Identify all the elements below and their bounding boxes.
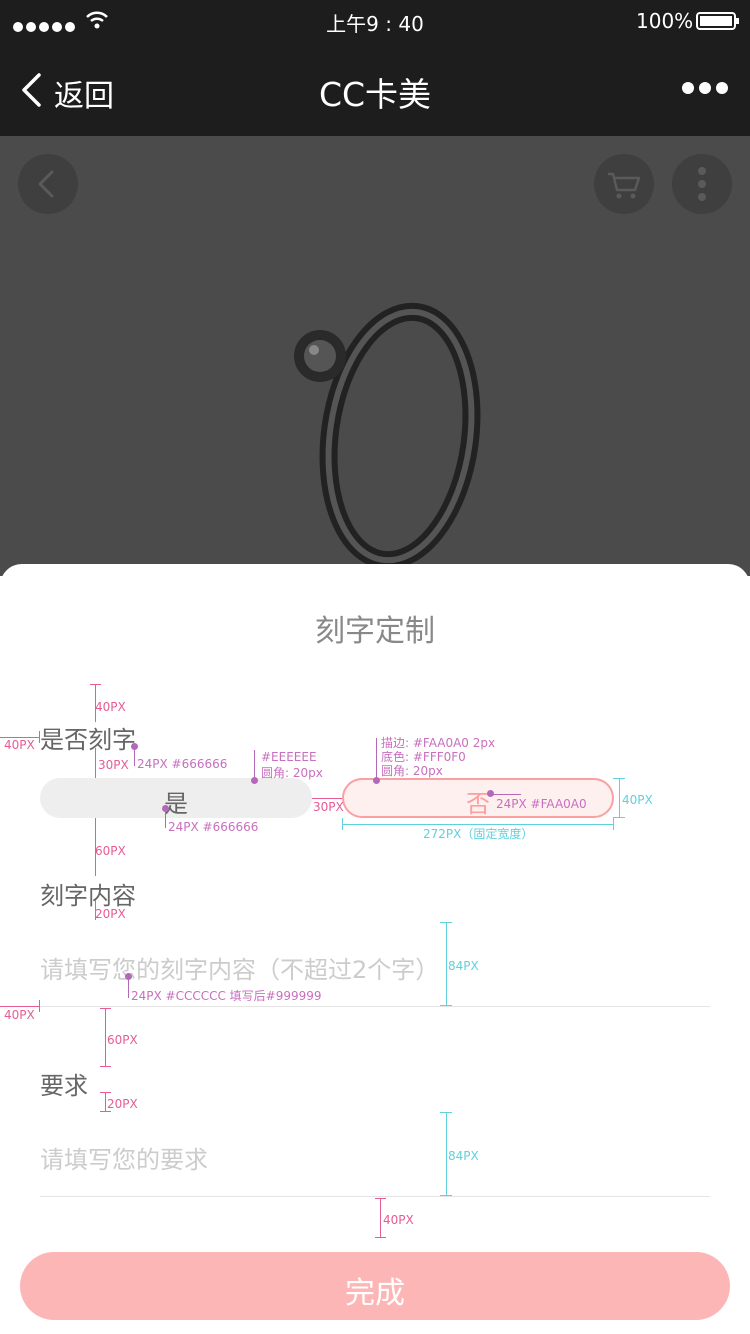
status-bar: 上午9 : 40 100% — [0, 0, 750, 40]
chevron-left-icon — [38, 170, 54, 198]
spec-label: 60PX — [107, 1033, 138, 1047]
requirement-input[interactable]: 请填写您的要求 — [40, 1140, 710, 1196]
done-button[interactable]: 完成 — [20, 1252, 730, 1320]
spec-label: 24PX #CCCCCC 填写后#999999 — [131, 989, 322, 1003]
engrave-modal — [0, 564, 750, 1334]
spec-label: 84PX — [448, 1149, 479, 1163]
ring-image — [294, 302, 481, 570]
product-more-button[interactable] — [672, 154, 732, 214]
spec-label: 20PX — [95, 907, 126, 921]
cart-icon — [608, 172, 641, 199]
battery-percent: 100% — [636, 9, 694, 33]
engrave-question-label: 是否刻字 — [40, 726, 136, 754]
product-back-button[interactable] — [18, 154, 78, 214]
cart-button[interactable] — [594, 154, 654, 214]
spec-label: 272PX（固定宽度） — [423, 827, 534, 841]
more-button[interactable] — [680, 78, 730, 98]
content-label: 刻字内容 — [40, 882, 136, 910]
spec-label: 圆角: 20px — [261, 766, 323, 780]
spec-label: 40PX — [622, 793, 653, 807]
spec-label: 40PX — [4, 1008, 35, 1022]
option-yes-label: 是 — [164, 790, 188, 818]
spec-label: 40PX — [383, 1213, 414, 1227]
content-input-underline — [40, 1006, 710, 1007]
spec-label: #EEEEEE — [261, 750, 317, 764]
page-title: CC卡美 — [318, 75, 432, 114]
option-yes-button[interactable]: 是 — [40, 778, 312, 818]
nav-bar: 返回 CC卡美 — [0, 40, 750, 136]
spec-label: 20PX — [107, 1097, 138, 1111]
modal-title: 刻字定制 — [315, 614, 435, 649]
more-dots-icon — [682, 82, 728, 94]
spec-label: 24PX #FAA0A0 — [496, 797, 587, 811]
more-vertical-icon — [698, 167, 706, 201]
product-image-overlay — [0, 136, 750, 576]
spec-label: 40PX — [4, 738, 35, 752]
requirement-input-underline — [40, 1196, 710, 1197]
spec-label: 84PX — [448, 959, 479, 973]
spec-label: 24PX #666666 — [168, 820, 259, 834]
spec-label: 24PX #666666 — [137, 757, 228, 771]
done-label: 完成 — [345, 1276, 405, 1311]
requirement-label: 要求 — [40, 1072, 88, 1100]
battery-icon — [696, 11, 740, 35]
spec-label: 40PX — [95, 700, 126, 714]
spec-label: 30PX — [313, 800, 344, 814]
spec-label: 60PX — [95, 844, 126, 858]
spec-label: 圆角: 20px — [381, 764, 443, 778]
spec-label: 30PX — [98, 758, 129, 772]
